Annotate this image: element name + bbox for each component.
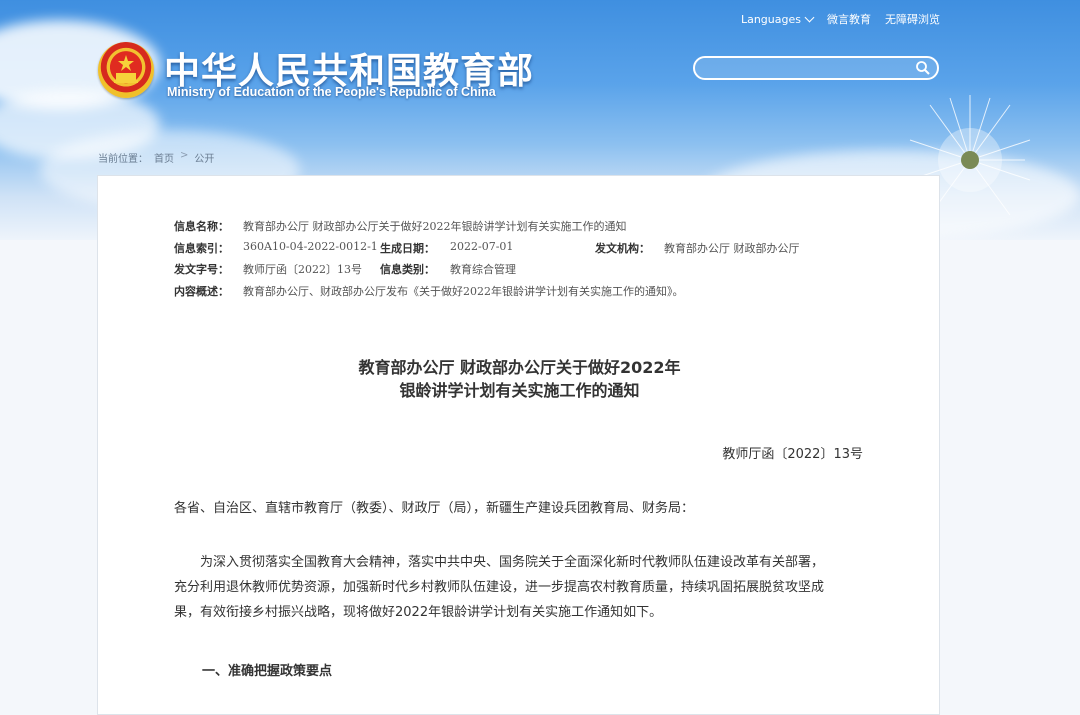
paragraph-line: 为深入贯彻落实全国教育大会精神，落实中共中央、国务院关于全面深化新时代教师队伍建…: [200, 555, 825, 570]
breadcrumb-section-link[interactable]: 公开: [194, 150, 214, 165]
meta-date-label: 生成日期：: [380, 241, 435, 255]
weibo-link[interactable]: 微言教育: [827, 11, 871, 27]
meta-issuer-value: 教育部办公厅 财政部办公厅: [664, 241, 800, 255]
document-salutation: 各省、自治区、直辖市教育厅（教委）、财政厅（局），新疆生产建设兵团教育局、财务局…: [174, 501, 695, 516]
document-title: 教育部办公厅 财政部办公厅关于做好2022年 银龄讲学计划有关实施工作的通知: [98, 356, 941, 402]
chevron-down-icon: [804, 12, 815, 22]
paragraph-line: 充分利用退休教师优势资源，加强新时代乡村教师队伍建设，进一步提高农村教育质量，持…: [174, 580, 825, 595]
languages-label: Languages: [740, 12, 801, 26]
meta-summary-value: 教育部办公厅、财政部办公厅发布《关于做好2022年银龄讲学计划有关实施工作的通知…: [243, 284, 684, 298]
breadcrumb-home-link[interactable]: 首页: [154, 150, 174, 165]
content-panel: 信息名称： 教育部办公厅 财政部办公厅关于做好2022年银龄讲学计划有关实施工作…: [97, 175, 940, 715]
search-icon[interactable]: [915, 60, 931, 76]
top-links: Languages 微言教育 无障碍浏览: [741, 11, 940, 27]
document-paragraph: 为深入贯彻落实全国教育大会精神，落实中共中央、国务院关于全面深化新时代教师队伍建…: [174, 550, 874, 625]
meta-summary-label: 内容概述：: [174, 284, 229, 298]
meta-category-label: 信息类别：: [380, 263, 435, 276]
breadcrumb: 当前位置： 首页 > 公开: [98, 150, 214, 165]
site-subtitle: Ministry of Education of the People's Re…: [167, 85, 496, 99]
meta-name-value: 教育部办公厅 财政部办公厅关于做好2022年银龄讲学计划有关实施工作的通知: [243, 220, 627, 233]
breadcrumb-label: 当前位置：: [98, 154, 148, 165]
paragraph-line: 果，有效衔接乡村振兴战略，现将做好2022年银龄讲学计划有关实施工作通知如下。: [174, 605, 663, 620]
breadcrumb-separator: >: [180, 150, 189, 161]
search-box: [693, 56, 939, 80]
languages-menu[interactable]: Languages: [740, 12, 815, 26]
meta-issuer-label: 发文机构：: [595, 241, 650, 255]
document-title-line1: 教育部办公厅 财政部办公厅关于做好2022年: [358, 358, 681, 377]
section-heading: 一、准确把握政策要点: [202, 664, 333, 679]
accessible-browse-link[interactable]: 无障碍浏览: [885, 11, 940, 27]
meta-date-value: 2022-07-01: [450, 239, 514, 253]
national-emblem-icon[interactable]: [98, 42, 154, 98]
meta-index-value: 360A10-04-2022-0012-1: [243, 239, 378, 253]
search-input[interactable]: [705, 60, 909, 78]
meta-docno-label: 发文字号：: [174, 263, 229, 276]
meta-name-label: 信息名称：: [174, 220, 229, 233]
meta-docno-value: 教师厅函〔2022〕13号: [243, 263, 362, 276]
meta-index-label: 信息索引：: [174, 241, 229, 255]
meta-category-value: 教育综合管理: [450, 263, 516, 276]
document-title-line2: 银龄讲学计划有关实施工作的通知: [399, 381, 640, 400]
document-number: 教师厅函〔2022〕13号: [722, 447, 863, 462]
